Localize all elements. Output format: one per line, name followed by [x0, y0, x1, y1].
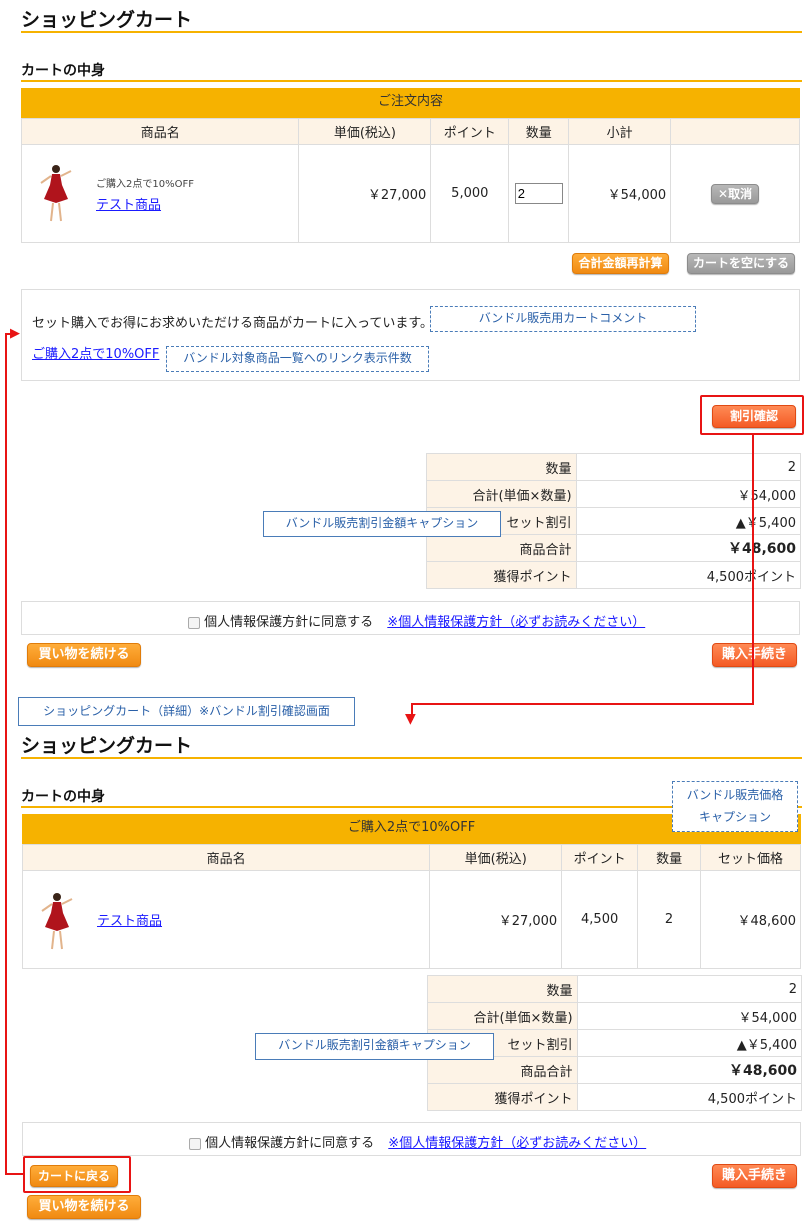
section-underline [21, 80, 802, 82]
privacy-link[interactable]: ※個人情報保護方針（必ずお読みください） [387, 615, 645, 630]
col-points: ポイント [561, 844, 639, 871]
product-link[interactable]: テスト商品 [96, 194, 161, 213]
detail-continue-shopping-button[interactable]: 買い物を続ける [27, 1195, 141, 1219]
summary-row: 獲得ポイント4,500ポイント [427, 1083, 803, 1111]
unit-price: ￥27,000 [429, 870, 563, 969]
privacy-checkbox[interactable] [189, 1137, 201, 1150]
col-product: 商品名 [21, 844, 431, 871]
table-row: テスト商品 ￥27,000 4,500 2 ￥48,600 [21, 870, 801, 969]
flow-line [411, 703, 754, 705]
summary-row: 数量 2 [426, 453, 802, 481]
subtotal: ￥54,000 [568, 144, 672, 243]
flow-line [5, 1173, 25, 1175]
item-points: 5,000 [430, 144, 510, 243]
cart-table: 商品名 単価(税込) ポイント 数量 小計 ご購入2点で10%OFF テスト商品… [20, 118, 800, 243]
privacy-row: 個人情報保護方針に同意する ※個人情報保護方針（必ずお読みください） [188, 611, 645, 630]
arrow-down-icon: ▼ [405, 711, 416, 727]
privacy-label: 個人情報保護方針に同意する [204, 615, 374, 630]
privacy-row: 個人情報保護方針に同意する ※個人情報保護方針（必ずお読みください） [189, 1132, 646, 1151]
remove-button[interactable]: ✕取消 [711, 183, 760, 204]
col-price: 単価(税込) [429, 844, 563, 871]
qty-input[interactable] [514, 183, 563, 204]
note-price-caption: バンドル販売価格 キャプション [672, 781, 798, 832]
arrow-right-icon: ▶ [10, 326, 20, 341]
product-cell: テスト商品 [21, 870, 431, 969]
product-cell: ご購入2点で10%OFF テスト商品 [20, 144, 300, 243]
col-qty: 数量 [508, 118, 570, 145]
note-discount-caption: バンドル販売割引金額キャプション [263, 511, 501, 537]
empty-cart-button[interactable]: カートを空にする [687, 253, 795, 274]
detail-checkout-button[interactable]: 購入手続き [712, 1164, 797, 1188]
product-thumbnail[interactable] [37, 891, 77, 953]
highlight-back-button [23, 1156, 131, 1193]
detail-title-underline [21, 757, 802, 759]
page-title: ショッピングカート [21, 9, 193, 31]
privacy-link[interactable]: ※個人情報保護方針（必ずお読みください） [388, 1136, 646, 1151]
bundle-message: セット購入でお得にお求めいただける商品がカートに入っています。 [32, 316, 434, 331]
col-product: 商品名 [20, 118, 300, 145]
privacy-box: 個人情報保護方針に同意する ※個人情報保護方針（必ずお読みください） [21, 601, 800, 635]
qty-cell [508, 144, 570, 243]
col-action [670, 118, 800, 145]
privacy-box: 個人情報保護方針に同意する ※個人情報保護方針（必ずお読みください） [22, 1122, 801, 1156]
privacy-label: 個人情報保護方針に同意する [205, 1136, 375, 1151]
checkout-button[interactable]: 購入手続き [712, 643, 797, 667]
detail-screen-caption: ショッピングカート（詳細）※バンドル割引確認画面 [18, 697, 355, 726]
summary-row: 合計(単価×数量) ￥54,000 [426, 480, 802, 508]
recalc-button[interactable]: 合計金額再計算 [572, 253, 669, 274]
detail-page-title: ショッピングカート [21, 735, 193, 757]
col-price: 単価(税込) [298, 118, 432, 145]
table-row: ご購入2点で10%OFF テスト商品 ￥27,000 5,000 ￥54,000… [20, 144, 800, 243]
section-title: カートの中身 [21, 63, 105, 79]
col-qty: 数量 [637, 844, 702, 871]
bundle-link[interactable]: ご購入2点で10%OFF [32, 343, 159, 362]
flow-line [5, 333, 7, 1175]
summary-row: 商品合計 ￥48,600 [426, 534, 802, 562]
col-set-price: セット価格 [700, 844, 801, 871]
continue-shopping-button[interactable]: 買い物を続ける [27, 643, 141, 667]
highlight-discount-button [700, 395, 804, 435]
flow-line [752, 435, 754, 705]
item-points: 4,500 [561, 870, 639, 969]
privacy-checkbox[interactable] [188, 616, 200, 629]
detail-section-title: カートの中身 [21, 789, 105, 805]
title-underline [21, 31, 802, 33]
summary-row: 商品合計 ￥48,600 [427, 1056, 803, 1084]
product-thumbnail[interactable] [36, 163, 76, 225]
detail-table: 商品名 単価(税込) ポイント 数量 セット価格 テスト商品 ￥27,000 4… [21, 844, 801, 969]
unit-price: ￥27,000 [298, 144, 432, 243]
set-price: ￥48,600 [700, 870, 801, 969]
item-qty: 2 [637, 870, 702, 969]
note-cart-comment: バンドル販売用カートコメント [430, 306, 696, 332]
summary-row: 合計(単価×数量) ￥54,000 [427, 1002, 803, 1030]
note-link-count: バンドル対象商品一覧へのリンク表示件数 [166, 346, 429, 372]
close-icon: ✕ [718, 186, 729, 201]
summary-row: 獲得ポイント4,500ポイント [426, 561, 802, 589]
col-points: ポイント [430, 118, 510, 145]
order-header: ご注文内容 [21, 88, 800, 118]
product-link[interactable]: テスト商品 [97, 910, 162, 929]
action-cell: ✕取消 [670, 144, 800, 243]
summary-row: 数量 2 [427, 975, 803, 1003]
note-discount-caption: バンドル販売割引金額キャプション [255, 1033, 494, 1060]
col-subtotal: 小計 [568, 118, 672, 145]
promo-label: ご購入2点で10%OFF [96, 179, 194, 190]
